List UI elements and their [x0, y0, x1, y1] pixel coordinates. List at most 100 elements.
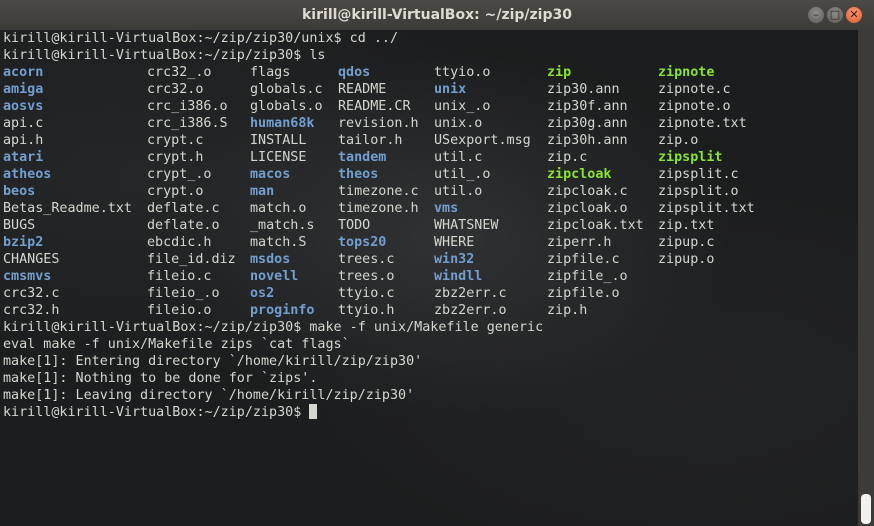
ls-entry-file: zipnote.txt	[658, 116, 747, 131]
ls-entry-file: zipsplit.c	[658, 167, 739, 182]
ls-entry-file: zbz2err.o	[434, 303, 507, 318]
ls-entry-file: BUGS	[3, 218, 36, 233]
ls-entry-file: ttyio.h	[338, 303, 395, 318]
ls-entry-file: match.o	[250, 201, 307, 216]
ls-entry-executable: zip	[547, 65, 572, 80]
ls-entry-directory: macos	[250, 167, 291, 182]
ls-entry-directory: acorn	[3, 65, 44, 80]
ls-entry-directory: unix	[434, 82, 467, 97]
ls-entry-file: zipcloak.txt	[547, 218, 644, 233]
ls-entry-file: api.h	[3, 133, 44, 148]
ls-entry-file: zip.h	[547, 303, 588, 318]
minimize-icon[interactable]: –	[808, 7, 824, 23]
ls-entry-file: api.c	[3, 116, 44, 131]
ls-entry-file: fileio_.o	[147, 286, 220, 301]
ls-entry-file: zip30h.ann	[547, 133, 628, 148]
ls-entry-file: util_.o	[434, 167, 491, 182]
ls-entry-file: ebcdic.h	[147, 235, 212, 250]
ls-entry-file: zipfile.c	[547, 252, 620, 267]
ls-entry-file: timezone.h	[338, 201, 419, 216]
ls-entry-file: zbz2err.c	[434, 286, 507, 301]
ls-entry-file: README.CR	[338, 99, 411, 114]
ls-entry-file: README	[338, 82, 387, 97]
ls-entry-file: crc32.o	[147, 82, 204, 97]
terminal-line-cd: kirill@kirill-VirtualBox:~/zip/zip30/uni…	[3, 31, 399, 46]
window-title: kirill@kirill-VirtualBox: ~/zip/zip30	[302, 7, 572, 23]
ls-entry-file: file_id.diz	[147, 252, 236, 267]
ls-entry-file: zip.txt	[658, 218, 715, 233]
ls-entry-file: zipnote.c	[658, 82, 731, 97]
ls-entry-directory: tops20	[338, 235, 387, 250]
ls-entry-file: crc_i386.S	[147, 116, 228, 131]
scrollbar-thumb[interactable]	[861, 494, 871, 524]
ls-entry-file: zipfile_.o	[547, 269, 628, 284]
ls-entry-file: INSTALL	[250, 133, 307, 148]
ls-entry-file: Betas_Readme.txt	[3, 201, 132, 216]
ls-entry-file: fileio.o	[147, 303, 212, 318]
ls-entry-file: zip30g.ann	[547, 116, 628, 131]
ls-entry-executable: zipsplit	[658, 150, 723, 165]
ls-entry-file: util.c	[434, 150, 483, 165]
ls-entry-file: crc_i386.o	[147, 99, 228, 114]
ls-entry-executable: zipcloak	[547, 167, 612, 182]
ls-entry-file: trees.o	[338, 269, 395, 284]
scrollbar[interactable]	[858, 30, 874, 526]
terminal-line-make: kirill@kirill-VirtualBox:~/zip/zip30$ ma…	[3, 320, 544, 335]
ls-entry-file: flags	[250, 65, 291, 80]
ls-entry-directory: human68k	[250, 116, 315, 131]
ls-entry-file: tailor.h	[338, 133, 403, 148]
ls-entry-file: timezone.c	[338, 184, 419, 199]
ls-entry-file: unix_.o	[434, 99, 491, 114]
ls-entry-directory: atheos	[3, 167, 52, 182]
ls-entry-file: fileio.c	[147, 269, 212, 284]
terminal-line-leaving: make[1]: Leaving directory `/home/kirill…	[3, 388, 415, 403]
ls-entry-directory: bzip2	[3, 235, 44, 250]
ls-entry-file: TODO	[338, 218, 371, 233]
ls-entry-file: crc32.h	[3, 303, 60, 318]
ls-entry-directory: aosvs	[3, 99, 44, 114]
ls-entry-directory: beos	[3, 184, 36, 199]
ls-entry-file: unix.o	[434, 116, 483, 131]
ls-entry-file: crypt_.o	[147, 167, 212, 182]
ls-entry-file: zipfile.o	[547, 286, 620, 301]
close-icon[interactable]: ✕	[846, 7, 862, 23]
maximize-icon[interactable]: □	[827, 7, 843, 23]
ls-entry-file: crc32.c	[3, 286, 60, 301]
terminal-window: kirill@kirill-VirtualBox: ~/zip/zip30 – …	[0, 0, 874, 526]
ls-entry-directory: windll	[434, 269, 483, 284]
ls-entry-file: zipup.c	[658, 235, 715, 250]
title-bar[interactable]: kirill@kirill-VirtualBox: ~/zip/zip30 – …	[0, 0, 874, 30]
ls-entry-file: WHATSNEW	[434, 218, 499, 233]
terminal-output[interactable]: kirill@kirill-VirtualBox:~/zip/zip30/uni…	[0, 30, 858, 526]
ls-entry-file: globals.o	[250, 99, 323, 114]
ls-entry-file: zipsplit.o	[658, 184, 739, 199]
ls-entry-file: zip30.ann	[547, 82, 620, 97]
ls-entry-file: deflate.c	[147, 201, 220, 216]
ls-entry-file: WHERE	[434, 235, 475, 250]
ls-entry-file: deflate.o	[147, 218, 220, 233]
ls-entry-directory: vms	[434, 201, 459, 216]
ls-entry-directory: os2	[250, 286, 275, 301]
ls-entry-file: crypt.c	[147, 133, 204, 148]
ls-entry-directory: proginfo	[250, 303, 315, 318]
ls-entry-file: revision.h	[338, 116, 419, 131]
ls-entry-file: zip.o	[658, 133, 699, 148]
ls-entry-file: zip.c	[547, 150, 588, 165]
ls-entry-file: zipnote.o	[658, 99, 731, 114]
ls-entry-file: ttyio.c	[338, 286, 395, 301]
terminal-line-entering: make[1]: Entering directory `/home/kiril…	[3, 354, 423, 369]
ls-entry-file: USexport.msg	[434, 133, 531, 148]
ls-entry-file: trees.c	[338, 252, 395, 267]
ls-entry-directory: tandem	[338, 150, 387, 165]
ls-entry-file: match.S	[250, 235, 307, 250]
terminal-prompt-line[interactable]: kirill@kirill-VirtualBox:~/zip/zip30$	[3, 404, 318, 421]
ls-entry-directory: amiga	[3, 82, 44, 97]
current-prompt: kirill@kirill-VirtualBox:~/zip/zip30$	[3, 405, 310, 420]
terminal-line-nothing: make[1]: Nothing to be done for `zips'.	[3, 371, 318, 386]
ls-entry-directory: man	[250, 184, 275, 199]
ls-entry-file: crypt.h	[147, 150, 204, 165]
ls-entry-file: zipcloak.c	[547, 184, 628, 199]
ls-entry-file: crypt.o	[147, 184, 204, 199]
ls-entry-executable: zipnote	[658, 65, 715, 80]
ls-entry-file: util.o	[434, 184, 483, 199]
